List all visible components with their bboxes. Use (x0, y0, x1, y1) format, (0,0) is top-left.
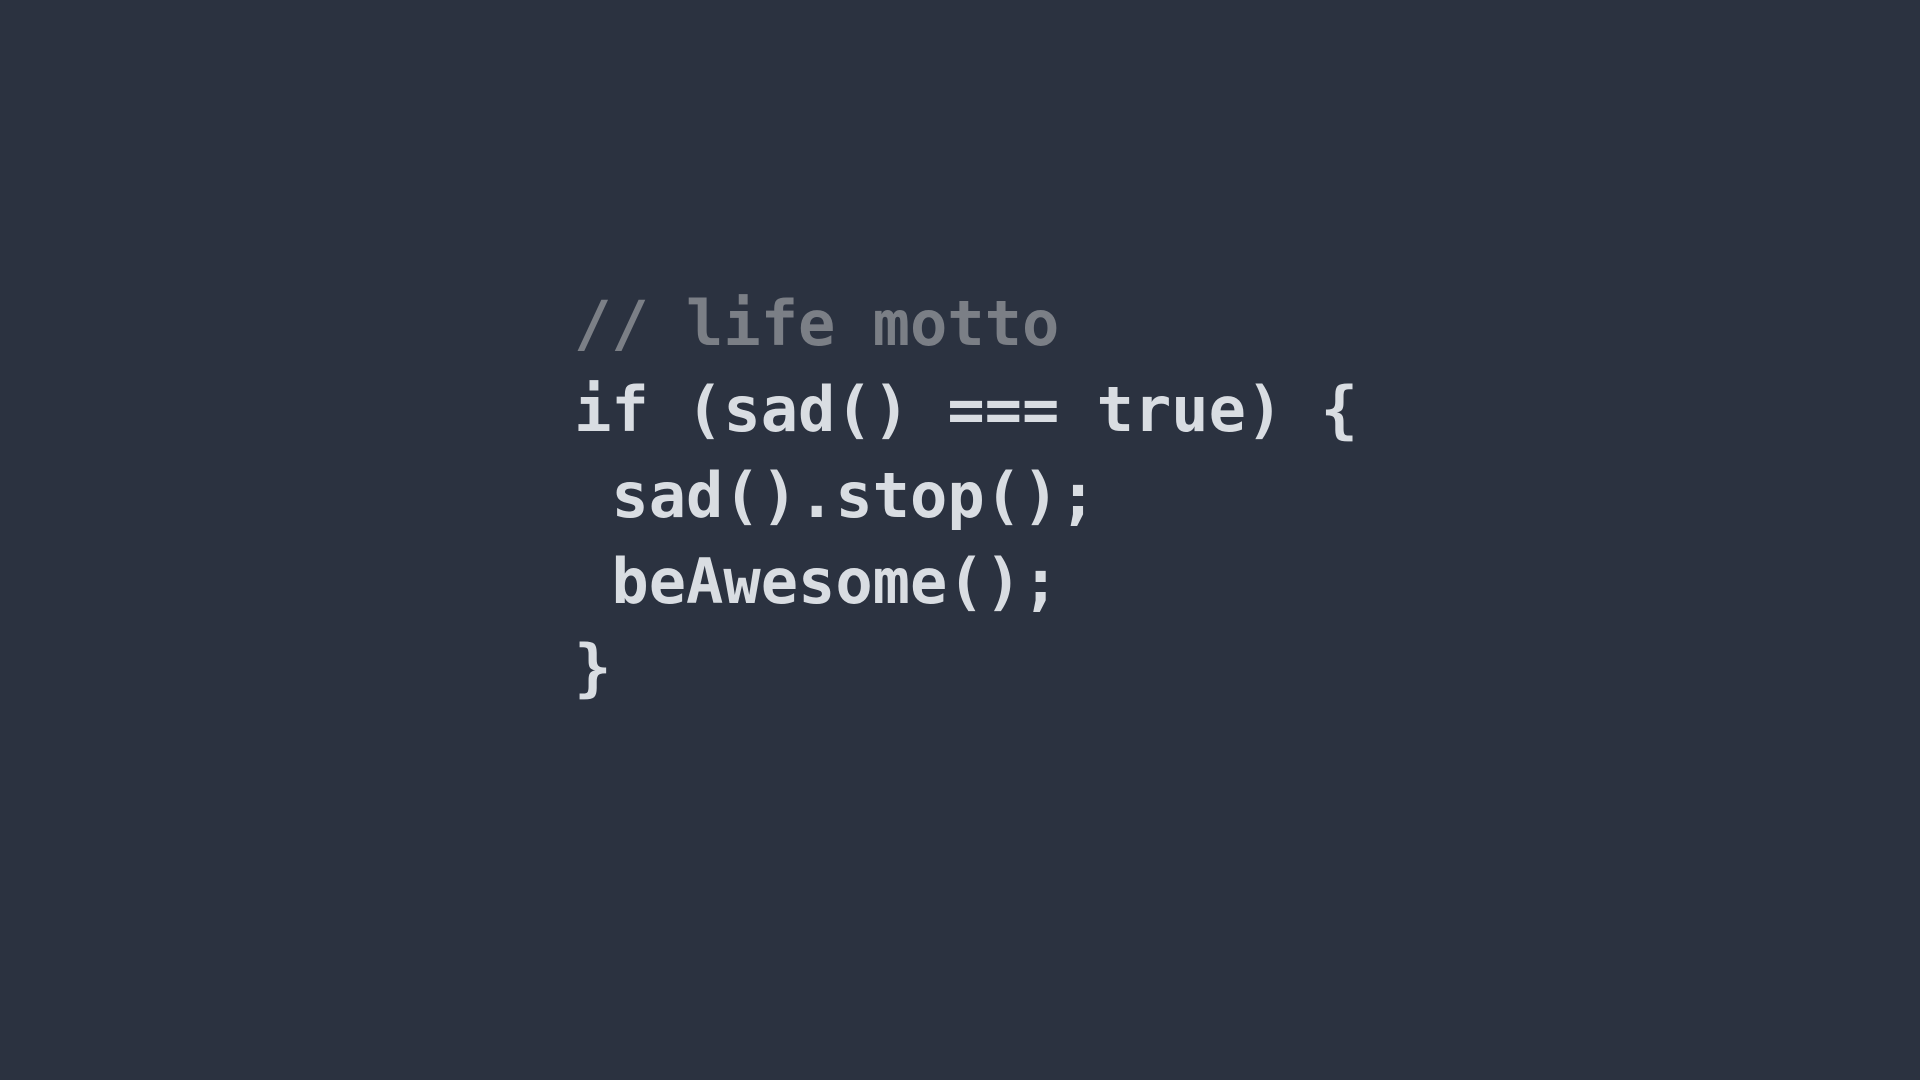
code-comment-line: // life motto (574, 287, 1059, 360)
code-line-awesome: beAwesome(); (574, 545, 1059, 618)
code-line-if: if (sad() === true) { (574, 373, 1358, 446)
code-line-close: } (574, 631, 611, 704)
code-line-stop: sad().stop(); (574, 459, 1097, 532)
code-snippet: // life motto if (sad() === true) { sad(… (574, 281, 1358, 712)
